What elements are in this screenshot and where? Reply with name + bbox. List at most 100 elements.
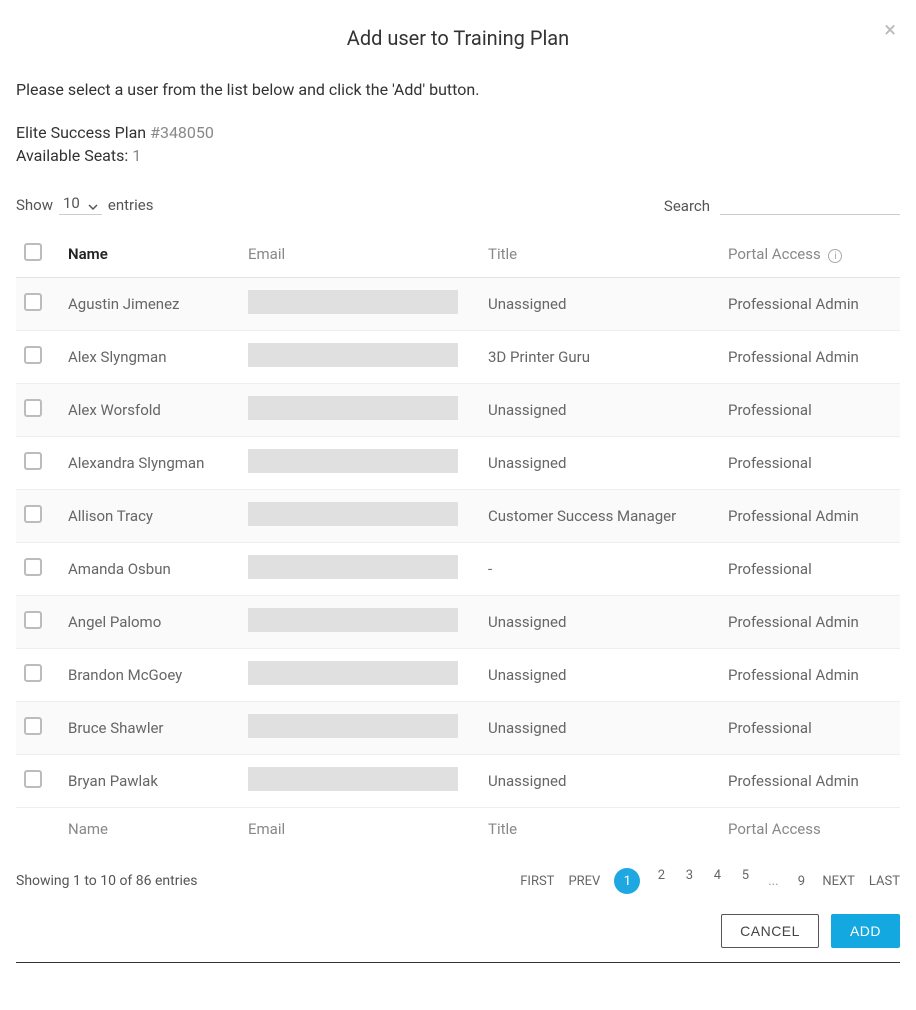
col-footer-title: Title [480, 808, 720, 851]
page-first[interactable]: FIRST [520, 874, 554, 889]
cell-name: Alexandra Slyngman [60, 437, 240, 490]
table-row: Allison TracyCustomer Success ManagerPro… [16, 490, 900, 543]
cell-title: 3D Printer Guru [480, 331, 720, 384]
close-icon[interactable]: × [884, 20, 896, 42]
table-row: Brandon McGoey UnassignedProfessional Adm… [16, 649, 900, 702]
cell-name: Brandon McGoey [60, 649, 240, 702]
page-number[interactable]: 4 [710, 868, 724, 894]
cell-title: Unassigned [480, 437, 720, 490]
page-number[interactable]: 3 [682, 868, 696, 894]
col-header-access-label: Portal Access [728, 245, 821, 263]
chevron-down-icon [88, 198, 98, 208]
email-redacted [248, 714, 458, 738]
row-checkbox[interactable] [24, 346, 42, 364]
row-checkbox[interactable] [24, 558, 42, 576]
row-checkbox[interactable] [24, 664, 42, 682]
add-button[interactable]: ADD [831, 914, 900, 948]
cell-access: Professional Admin [720, 278, 900, 331]
cell-email [240, 331, 480, 384]
cell-name: Amanda Osbun [60, 543, 240, 596]
email-redacted [248, 290, 458, 314]
info-icon[interactable]: i [828, 249, 842, 263]
modal-header: Add user to Training Plan × [16, 16, 900, 80]
page-next[interactable]: NEXT [822, 874, 855, 889]
table-row: Bruce ShawlerUnassignedProfessional [16, 702, 900, 755]
controls-row: Show 10 entries Search [16, 193, 900, 215]
cell-email [240, 384, 480, 437]
cell-access: Professional [720, 543, 900, 596]
cell-email [240, 755, 480, 808]
cell-access: Professional Admin [720, 596, 900, 649]
col-header-access[interactable]: Portal Access i [720, 233, 900, 278]
modal-title: Add user to Training Plan [347, 26, 569, 50]
cell-name: Bruce Shawler [60, 702, 240, 755]
page-number[interactable]: 1 [614, 868, 640, 894]
email-redacted [248, 661, 458, 685]
row-checkbox[interactable] [24, 770, 42, 788]
plan-id: #348050 [150, 123, 214, 142]
col-footer-name: Name [60, 808, 240, 851]
page-last-number[interactable]: 9 [794, 874, 808, 889]
entries-suffix: entries [108, 196, 154, 214]
cell-access: Professional Admin [720, 755, 900, 808]
cell-name: Alex Worsfold [60, 384, 240, 437]
show-entries: Show 10 entries [16, 194, 153, 215]
cell-access: Professional Admin [720, 649, 900, 702]
show-label: Show [16, 196, 53, 214]
row-checkbox[interactable] [24, 399, 42, 417]
cell-title: - [480, 543, 720, 596]
cell-email [240, 437, 480, 490]
entries-select[interactable]: 10 [59, 194, 102, 215]
table-header-row: Name Email Title Portal Access i [16, 233, 900, 278]
table-row: Alexandra SlyngmanUnassignedProfessional [16, 437, 900, 490]
row-checkbox[interactable] [24, 293, 42, 311]
email-redacted [248, 555, 458, 579]
cell-name: Allison Tracy [60, 490, 240, 543]
action-row: CANCEL ADD [16, 914, 900, 962]
col-header-email[interactable]: Email [240, 233, 480, 278]
cell-access: Professional Admin [720, 490, 900, 543]
cell-email [240, 702, 480, 755]
search-input[interactable] [720, 193, 900, 215]
table-row: Alex Slyngman3D Printer GuruProfessional… [16, 331, 900, 384]
email-redacted [248, 449, 458, 473]
cell-email [240, 490, 480, 543]
bottom-divider [16, 962, 900, 963]
page-last[interactable]: LAST [869, 874, 900, 889]
search-label: Search [664, 197, 710, 215]
email-redacted [248, 396, 458, 420]
table-footer-controls: Showing 1 to 10 of 86 entries FIRST PREV… [16, 850, 900, 914]
entries-value: 10 [63, 194, 80, 212]
cancel-button[interactable]: CANCEL [721, 914, 819, 948]
page-prev[interactable]: PREV [568, 874, 600, 889]
cell-title: Unassigned [480, 278, 720, 331]
row-checkbox[interactable] [24, 611, 42, 629]
seats-line: Available Seats: 1 [16, 146, 900, 165]
row-checkbox[interactable] [24, 717, 42, 735]
row-checkbox[interactable] [24, 505, 42, 523]
cell-access: Professional [720, 384, 900, 437]
row-checkbox[interactable] [24, 452, 42, 470]
table-row: Bryan PawlakUnassignedProfessional Admin [16, 755, 900, 808]
table-row: Agustin JimenezUnassignedProfessional Ad… [16, 278, 900, 331]
cell-title: Unassigned [480, 649, 720, 702]
table-footer-row: Name Email Title Portal Access [16, 808, 900, 851]
cell-title: Unassigned [480, 596, 720, 649]
cell-access: Professional [720, 702, 900, 755]
cell-email [240, 278, 480, 331]
col-header-title[interactable]: Title [480, 233, 720, 278]
col-footer-access: Portal Access [720, 808, 900, 851]
cell-email [240, 543, 480, 596]
email-redacted [248, 343, 458, 367]
page-number[interactable]: 5 [738, 868, 752, 894]
cell-access: Professional Admin [720, 331, 900, 384]
col-header-name[interactable]: Name [60, 233, 240, 278]
cell-name: Angel Palomo [60, 596, 240, 649]
users-table: Name Email Title Portal Access i Agustin… [16, 233, 900, 850]
select-all-checkbox[interactable] [24, 243, 42, 261]
page-number[interactable]: 2 [654, 868, 668, 894]
table-row: Angel Palomo UnassignedProfessional Admin [16, 596, 900, 649]
table-row: Alex WorsfoldUnassignedProfessional [16, 384, 900, 437]
cell-title: Unassigned [480, 755, 720, 808]
col-footer-email: Email [240, 808, 480, 851]
